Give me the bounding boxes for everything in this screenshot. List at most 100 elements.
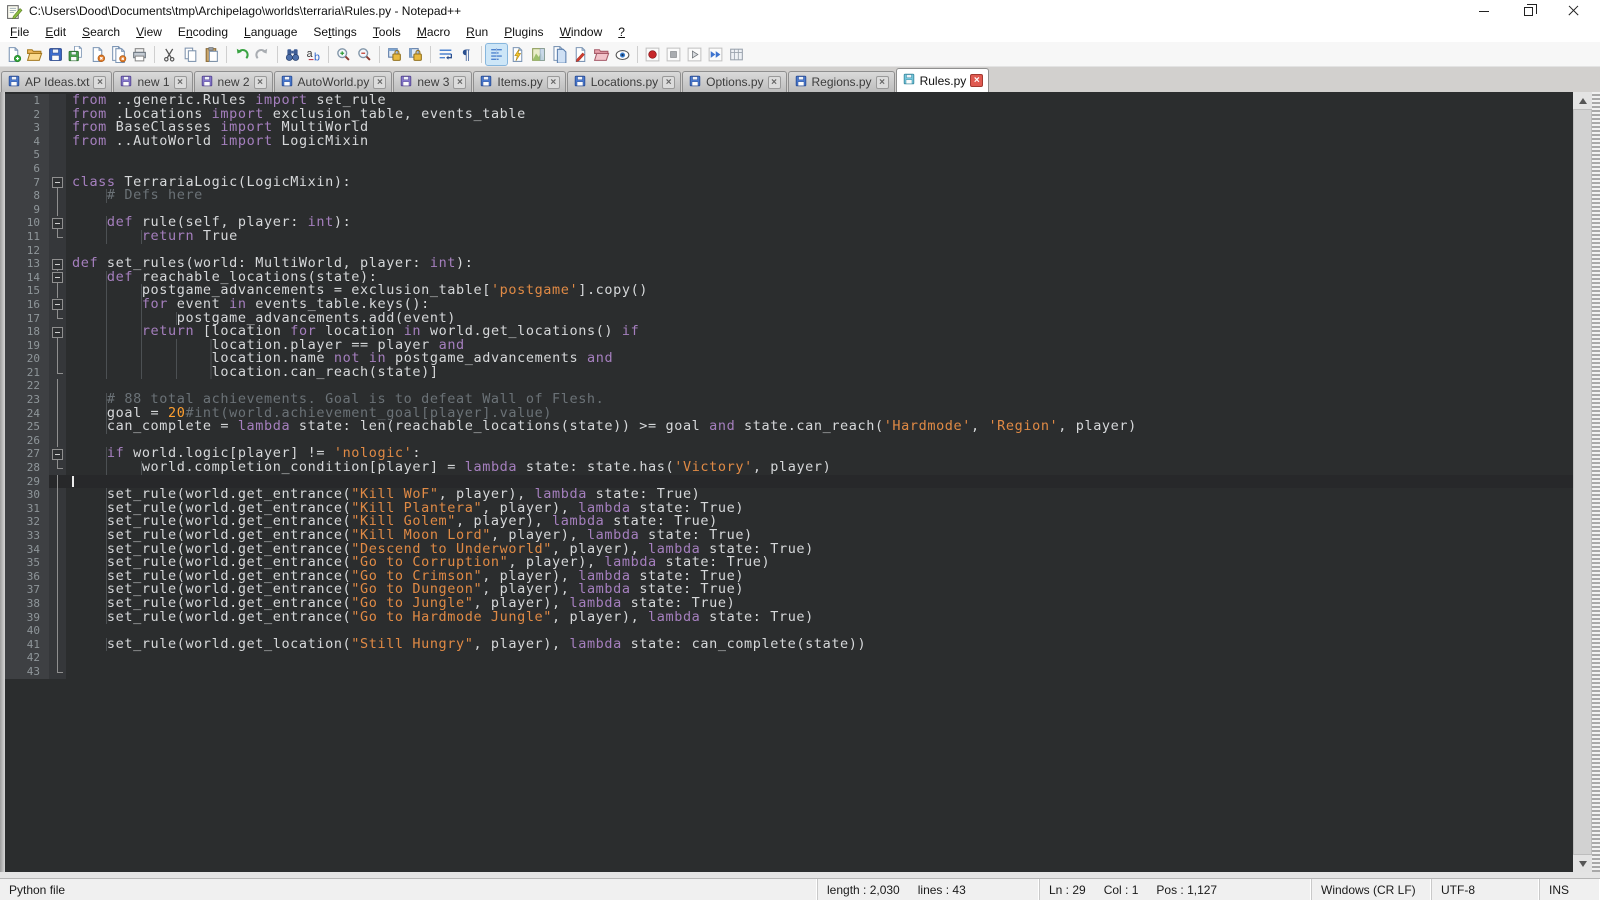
menu-item-window[interactable]: Window <box>552 22 611 42</box>
show-all-characters-icon[interactable]: ¶ <box>456 44 477 65</box>
document-map-icon[interactable] <box>528 44 549 65</box>
vertical-scrollbar[interactable] <box>1573 92 1592 872</box>
svg-text:b: b <box>314 51 320 63</box>
menu-item-tools[interactable]: Tools <box>365 22 409 42</box>
code-line-10[interactable]: 10def rule(self, player: int): <box>5 216 1573 230</box>
code-line-11[interactable]: 11return True <box>5 230 1573 244</box>
tab-close-icon[interactable]: × <box>174 76 187 89</box>
function-list-icon[interactable] <box>570 44 591 65</box>
print-icon[interactable] <box>129 44 150 65</box>
menu-item-file[interactable]: File <box>2 22 37 42</box>
menu-item-macro[interactable]: Macro <box>409 22 458 42</box>
tab-new-3[interactable]: new 3× <box>393 71 472 92</box>
tab-regions-py[interactable]: Regions.py× <box>788 71 895 92</box>
fold-collapse-icon[interactable] <box>49 271 66 285</box>
tab-locations-py[interactable]: Locations.py× <box>567 71 681 92</box>
code-line-8[interactable]: 8# Defs here <box>5 189 1573 203</box>
find-icon[interactable] <box>282 44 303 65</box>
close-button[interactable] <box>1551 0 1596 22</box>
code-line-4[interactable]: 4from ..AutoWorld import LogicMixin <box>5 135 1573 149</box>
sync-horizontal-scrolling-icon[interactable] <box>405 44 426 65</box>
menu-item-encoding[interactable]: Encoding <box>170 22 236 42</box>
fold-collapse-icon[interactable] <box>49 447 66 461</box>
minimize-button[interactable] <box>1461 0 1506 22</box>
close-file-icon[interactable] <box>87 44 108 65</box>
file-monitoring-icon[interactable] <box>612 44 633 65</box>
menu-item-?[interactable]: ? <box>610 22 633 42</box>
user-defined-language-icon[interactable] <box>507 44 528 65</box>
restore-button[interactable] <box>1506 0 1551 22</box>
tab-rules-py[interactable]: Rules.py× <box>896 68 990 92</box>
menu-item-language[interactable]: Language <box>236 22 305 42</box>
code-area[interactable]: 1from ..generic.Rules import set_rule2fr… <box>5 92 1573 872</box>
zoom-in-icon[interactable] <box>333 44 354 65</box>
scroll-down-arrow-icon[interactable] <box>1573 855 1592 872</box>
saved-file-icon <box>688 74 702 91</box>
scroll-up-arrow-icon[interactable] <box>1573 92 1592 109</box>
macro-save-icon[interactable] <box>726 44 747 65</box>
tab-items-py[interactable]: Items.py× <box>473 71 565 92</box>
redo-icon[interactable] <box>252 44 273 65</box>
code-line-7[interactable]: 7class TerrariaLogic(LogicMixin): <box>5 176 1573 190</box>
status-insert-mode[interactable]: INS <box>1540 879 1600 900</box>
tab-autoworld-py[interactable]: AutoWorld.py× <box>274 71 393 92</box>
code-line-5[interactable]: 5 <box>5 148 1573 162</box>
tab-close-icon[interactable]: × <box>662 76 675 89</box>
zoom-out-icon[interactable] <box>354 44 375 65</box>
fold-collapse-icon[interactable] <box>49 298 66 312</box>
cut-icon[interactable] <box>159 44 180 65</box>
sync-vertical-scrolling-icon[interactable] <box>384 44 405 65</box>
replace-icon[interactable]: ab <box>303 44 324 65</box>
copy-icon[interactable] <box>180 44 201 65</box>
tab-close-icon[interactable]: × <box>547 76 560 89</box>
menu-item-run[interactable]: Run <box>458 22 496 42</box>
fold-collapse-icon[interactable] <box>49 216 66 230</box>
tab-new-1[interactable]: new 1× <box>113 71 192 92</box>
tab-close-icon[interactable]: × <box>970 74 983 87</box>
open-file-icon[interactable] <box>24 44 45 65</box>
code-line-41[interactable]: 41set_rule(world.get_location("Still Hun… <box>5 638 1573 652</box>
editor[interactable]: 1from ..generic.Rules import set_rule2fr… <box>0 92 1600 878</box>
tab-options-py[interactable]: Options.py× <box>682 71 786 92</box>
macro-playback-icon[interactable] <box>684 44 705 65</box>
fold-collapse-icon[interactable] <box>49 176 66 190</box>
close-all-icon[interactable] <box>108 44 129 65</box>
menu-item-plugins[interactable]: Plugins <box>496 22 551 42</box>
status-caret-position: Ln : 29 Col : 1 Pos : 1,127 <box>1040 879 1312 900</box>
tab-close-icon[interactable]: × <box>453 76 466 89</box>
menu-item-settings[interactable]: Settings <box>305 22 364 42</box>
tab-new-2[interactable]: new 2× <box>194 71 273 92</box>
undo-icon[interactable] <box>231 44 252 65</box>
code-line-21[interactable]: 21location.can_reach(state)] <box>5 366 1573 380</box>
tab-ap-ideas-txt[interactable]: AP Ideas.txt× <box>1 71 112 92</box>
tab-close-icon[interactable]: × <box>254 76 267 89</box>
macro-run-multiple-icon[interactable] <box>705 44 726 65</box>
status-eol-format[interactable]: Windows (CR LF) <box>1312 879 1432 900</box>
save-all-icon[interactable] <box>66 44 87 65</box>
code-line-25[interactable]: 25can_complete = lambda state: len(reach… <box>5 420 1573 434</box>
paste-icon[interactable] <box>201 44 222 65</box>
new-file-icon[interactable] <box>3 44 24 65</box>
fold-collapse-icon[interactable] <box>49 257 66 271</box>
menu-item-edit[interactable]: Edit <box>37 22 74 42</box>
menu-item-view[interactable]: View <box>128 22 170 42</box>
status-encoding[interactable]: UTF-8 <box>1432 879 1540 900</box>
word-wrap-icon[interactable] <box>435 44 456 65</box>
code-line-43[interactable]: 43 <box>5 665 1573 679</box>
code-line-28[interactable]: 28world.completion_condition[player] = l… <box>5 461 1573 475</box>
macro-record-icon[interactable] <box>642 44 663 65</box>
tab-close-icon[interactable]: × <box>93 76 106 89</box>
tab-close-icon[interactable]: × <box>876 76 889 89</box>
folder-as-workspace-icon[interactable] <box>591 44 612 65</box>
scrollbar-thumb[interactable] <box>1573 109 1592 855</box>
code-line-39[interactable]: 39set_rule(world.get_entrance("Go to Har… <box>5 611 1573 625</box>
macro-stop-icon[interactable] <box>663 44 684 65</box>
document-list-icon[interactable] <box>549 44 570 65</box>
show-indent-guide-icon[interactable] <box>486 44 507 65</box>
tab-close-icon[interactable]: × <box>768 76 781 89</box>
menu-item-search[interactable]: Search <box>74 22 128 42</box>
code-line-42[interactable]: 42 <box>5 651 1573 665</box>
fold-collapse-icon[interactable] <box>49 325 66 339</box>
save-file-icon[interactable] <box>45 44 66 65</box>
tab-close-icon[interactable]: × <box>373 76 386 89</box>
